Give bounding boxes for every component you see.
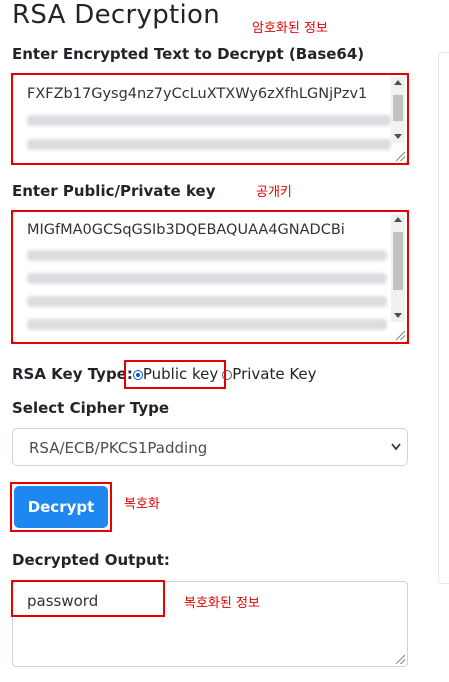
highlight-box xyxy=(10,482,112,532)
key-input-label: Enter Public/Private key xyxy=(12,182,216,200)
annotation-output: 복호화된 정보 xyxy=(184,596,260,611)
key-type-label: RSA Key Type: xyxy=(12,365,133,383)
chevron-down-icon[interactable] xyxy=(391,443,401,451)
annotation-decrypt: 복호화 xyxy=(124,497,160,512)
cipher-select[interactable]: RSA/ECB/PKCS1Padding xyxy=(12,428,408,466)
output-label: Decrypted Output: xyxy=(12,551,170,569)
side-panel xyxy=(438,52,449,584)
cipher-selected-value: RSA/ECB/PKCS1Padding xyxy=(29,439,208,457)
highlight-box xyxy=(11,580,165,617)
encrypted-input-label: Enter Encrypted Text to Decrypt (Base64) xyxy=(12,45,365,63)
cipher-label: Select Cipher Type xyxy=(12,399,170,417)
highlight-box xyxy=(124,360,226,389)
resize-grip-icon[interactable] xyxy=(396,655,405,664)
private-key-label[interactable]: Private Key xyxy=(232,365,316,383)
highlight-box xyxy=(11,73,409,165)
annotation-encrypted: 암호화된 정보 xyxy=(252,21,328,36)
highlight-box xyxy=(11,210,409,344)
annotation-key: 공개키 xyxy=(256,185,292,200)
page-title: RSA Decryption xyxy=(12,0,220,30)
